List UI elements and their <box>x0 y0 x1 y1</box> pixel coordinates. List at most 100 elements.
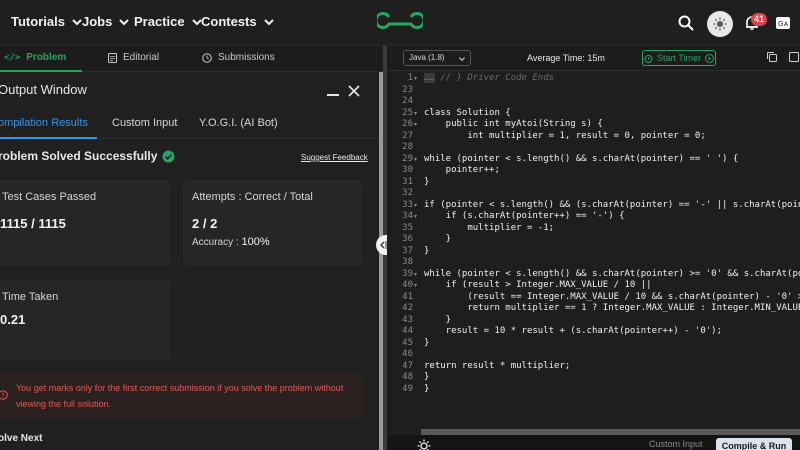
language-select[interactable]: Java (1.8) <box>403 50 471 66</box>
problem-tabs: </> Problem Editorial Submissions <box>0 46 383 72</box>
output-window-title: Output Window <box>0 82 87 97</box>
theme-toggle-icon[interactable] <box>707 11 733 37</box>
nav-jobs[interactable]: Jobs <box>82 14 131 29</box>
code-line: } <box>424 372 430 382</box>
code-line: if (s.charAt(pointer++) == '-') { <box>424 211 625 221</box>
close-icon[interactable] <box>347 84 361 98</box>
code-line: …… // } Driver Code Ends <box>424 73 554 83</box>
comment-text: // } Driver Code Ends <box>434 73 555 83</box>
nav-practice[interactable]: Practice <box>134 14 204 29</box>
fullscreen-icon[interactable] <box>788 51 800 63</box>
fold-arrow-icon[interactable]: ▾ <box>414 121 417 128</box>
code-line: (result == Integer.MAX_VALUE / 10 && s.c… <box>424 291 800 302</box>
line-number: 32 <box>402 188 413 198</box>
attempts-card: Attempts : Correct / Total 2 / 2 Accurac… <box>183 180 363 266</box>
tab-yogi-ai-bot[interactable]: Y.O.G.I. (AI Bot) <box>199 117 278 129</box>
line-number: 42 <box>402 303 413 313</box>
custom-input-button[interactable]: Custom Input <box>649 439 703 449</box>
line-number: 25 <box>402 107 413 118</box>
editor-footer: Custom Input Compile & Run <box>387 435 800 450</box>
output-window: Output Window ompilation Results Custom … <box>0 72 383 450</box>
line-number: 38 <box>402 257 413 267</box>
line-number: 31 <box>402 176 413 187</box>
suggest-feedback-link[interactable]: Suggest Feedback <box>301 153 368 162</box>
code-line: while (pointer < s.length() && s.charAt(… <box>424 268 800 279</box>
copy-icon[interactable] <box>766 51 778 63</box>
notification-badge: 41 <box>751 13 768 26</box>
code-line: if (result > Integer.MAX_VALUE / 10 || <box>424 280 652 290</box>
tab-compilation-results[interactable]: ompilation Results <box>0 117 88 129</box>
start-timer-button[interactable]: Start Timer <box>642 50 716 66</box>
line-number: 29 <box>402 153 413 164</box>
fold-arrow-icon[interactable]: ▾ <box>414 156 417 163</box>
time-taken-label: Time Taken <box>2 291 59 303</box>
fold-arrow-icon[interactable]: ▾ <box>414 282 417 289</box>
code-line: } <box>424 314 452 325</box>
line-number: 36 <box>402 234 413 244</box>
line-number: 41 <box>402 291 413 302</box>
line-number: 34 <box>402 211 413 221</box>
line-number: 40 <box>402 280 413 290</box>
problem-panel: </> Problem Editorial Submissions Output… <box>0 46 383 450</box>
line-number: 30 <box>402 165 413 175</box>
test-cases-value: 1115 / 1115 <box>0 216 66 231</box>
svg-text:G: G <box>778 20 783 28</box>
test-cases-card: Test Cases Passed 1115 / 1115 <box>0 180 171 266</box>
nav-contests[interactable]: Contests <box>201 14 276 29</box>
code-line: return result * multiplier; <box>424 360 571 371</box>
document-icon <box>108 52 117 63</box>
code-line: multiplier = -1; <box>424 222 555 233</box>
tab-editorial[interactable]: Editorial <box>108 52 159 63</box>
line-number: 27 <box>402 130 413 141</box>
settings-icon[interactable] <box>417 439 431 450</box>
tab-problem[interactable]: </> Problem <box>4 52 66 63</box>
line-number: 23 <box>402 84 413 95</box>
line-number-gutter: 1 ▾ 23 24 25 ▾ 26 ▾ 27 28 29 ▾ 30 31 32 33 ▾ 34 ▾ 35 36 37 38 3… <box>387 71 421 429</box>
line-number: 33 <box>402 199 413 210</box>
minimize-icon[interactable] <box>327 94 339 96</box>
code-line: if (pointer < s.length() && (s.charAt(po… <box>424 199 800 210</box>
translate-icon[interactable]: GA <box>772 12 794 34</box>
line-number: 49 <box>402 383 413 394</box>
fold-arrow-icon[interactable]: ▾ <box>414 271 417 278</box>
play-circle-icon <box>705 53 714 63</box>
line-number: 39 <box>402 268 413 279</box>
line-number: 45 <box>402 337 413 348</box>
line-number: 47 <box>402 360 413 371</box>
code-line: public int myAtoi(String s) { <box>424 119 603 129</box>
line-number: 24 <box>402 96 413 106</box>
time-taken-value: 0.21 <box>0 312 26 327</box>
code-line: return multiplier == 1 ? Integer.MAX_VAL… <box>424 303 800 313</box>
chevron-down-icon <box>119 18 130 25</box>
code-line: result = 10 * result + (s.charAt(pointer… <box>424 326 723 336</box>
fold-arrow-icon[interactable]: ▾ <box>414 75 417 82</box>
warning-notice: You get marks only for the first correct… <box>0 374 363 418</box>
fold-arrow-icon[interactable]: ▾ <box>414 110 417 117</box>
nav-tutorials[interactable]: Tutorials <box>11 14 84 29</box>
fold-arrow-icon[interactable]: ▾ <box>414 202 417 209</box>
test-cases-label: Test Cases Passed <box>2 191 97 203</box>
code-line: pointer++; <box>424 165 500 175</box>
top-navbar: Tutorials Jobs Practice Contests 41 GA <box>0 0 800 46</box>
code-line: } <box>424 337 430 348</box>
code-line: } <box>424 245 430 256</box>
line-number: 43 <box>402 314 413 325</box>
attempts-value: 2 / 2 <box>192 216 218 231</box>
tab-custom-input[interactable]: Custom Input <box>112 117 177 129</box>
chevron-down-icon <box>459 57 465 62</box>
folded-code-marker[interactable]: …… <box>424 73 435 83</box>
tab-submissions[interactable]: Submissions <box>202 52 275 63</box>
accuracy: Accuracy : 100% <box>192 236 270 248</box>
check-circle-icon <box>162 150 175 162</box>
gfg-logo[interactable] <box>377 11 423 37</box>
solve-next-heading: olve Next <box>0 433 43 444</box>
fold-arrow-icon[interactable]: ▾ <box>414 213 417 220</box>
code-editor-panel: Java (1.8) Average Time: 15m Start Timer… <box>387 46 800 450</box>
compile-run-button[interactable]: Compile & Run <box>716 438 792 450</box>
code-area[interactable]: …… // } Driver Code Ends class Solution {… <box>421 71 800 429</box>
active-output-tab-indicator <box>0 137 97 139</box>
line-number: 48 <box>402 372 413 382</box>
accuracy-value: 100% <box>241 236 270 248</box>
code-line: } <box>424 234 452 244</box>
search-icon[interactable] <box>675 12 697 34</box>
